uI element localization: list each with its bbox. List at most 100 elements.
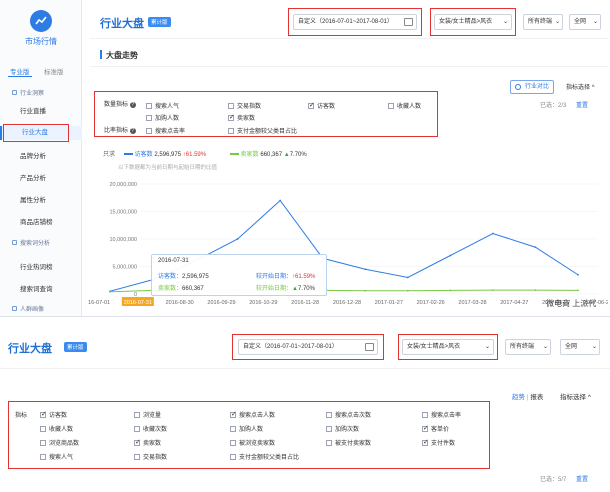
legend-marker <box>124 153 133 156</box>
checkbox-unchecked[interactable] <box>134 412 140 419</box>
app-title: 市场行情 <box>25 37 57 46</box>
tab-trend[interactable]: 趋势 <box>512 394 525 401</box>
sidebar-item-hotwords[interactable]: 行业热词榜 <box>0 261 82 275</box>
checkbox-unchecked[interactable] <box>422 412 428 419</box>
bottom-indicator-checkbox[interactable]: 收藏次数 <box>134 424 167 433</box>
bottom-indicator-checkbox[interactable]: 加购次数 <box>326 424 359 433</box>
nav-group-industry[interactable]: 行业洞察 <box>12 88 44 97</box>
bottom-indicator-checkbox[interactable]: 收藏人数 <box>40 424 73 433</box>
bottom-date-range-select[interactable]: 自定义（2016-07-01~2017-08-01） <box>238 339 378 355</box>
bottom-indicator-checkbox[interactable]: 搜索点击人数 <box>230 410 275 419</box>
checkbox-checked[interactable] <box>308 101 315 110</box>
bottom-reset-link[interactable]: 重置 <box>576 474 588 483</box>
checkbox-checked[interactable] <box>422 424 429 433</box>
bottom-indicator-checkbox[interactable]: 访客数 <box>40 410 67 419</box>
sidebar-item-shop-rank[interactable]: 商品店铺榜 <box>0 216 82 230</box>
x-tick-label: 2017-02-26 <box>417 300 445 306</box>
bottom-indicator-checkbox[interactable]: 支付金额较父类目占比 <box>230 452 299 461</box>
bottom-indicator-checkbox[interactable]: 卖家数 <box>134 438 161 447</box>
checkbox-unchecked[interactable] <box>326 426 332 433</box>
tab-pro-edition[interactable]: 专业版 <box>10 66 30 76</box>
bottom-terminal-select[interactable]: 所有终端 ⌄ <box>505 339 551 355</box>
checkbox-unchecked[interactable] <box>228 103 234 110</box>
nav-group-crowd[interactable]: 人群画像 <box>12 304 44 313</box>
checkbox-unchecked[interactable] <box>146 115 152 122</box>
indicator-checkbox[interactable]: 加购人数 <box>146 113 179 122</box>
checkbox-unchecked[interactable] <box>40 440 46 447</box>
x-tick-label: 2016-11-28 <box>291 300 319 306</box>
checkbox-unchecked[interactable] <box>326 412 332 419</box>
bottom-indicator-checkbox[interactable]: 加购人数 <box>230 424 263 433</box>
indicator-checkbox[interactable]: 访客数 <box>308 101 335 110</box>
tab-report[interactable]: 报表 <box>530 394 543 401</box>
sidebar-item-word-query[interactable]: 搜索词查询 <box>0 283 82 297</box>
indicator-checkbox[interactable]: 收藏人数 <box>388 101 421 110</box>
chevron-up-icon: ^ <box>587 394 591 401</box>
checkbox-unchecked[interactable] <box>146 103 152 110</box>
section-divider <box>90 66 608 67</box>
bottom-network-select[interactable]: 全网 ⌄ <box>560 339 600 355</box>
chevron-up-icon: ^ <box>591 85 595 91</box>
checkbox-unchecked[interactable] <box>146 128 152 135</box>
bottom-indicator-checkbox[interactable]: 被浏览卖家数 <box>230 438 275 447</box>
indicator-checkbox[interactable]: 卖家数 <box>228 113 255 122</box>
reset-link[interactable]: 重置 <box>576 100 588 109</box>
bottom-indicator-checkbox[interactable]: 支付件数 <box>422 438 455 447</box>
ratio-indicator-label: 比率指标 ? <box>104 128 136 134</box>
indicator-checkbox[interactable]: 支付金额较父类目占比 <box>228 126 297 135</box>
indicator-select-toggle[interactable]: 指标选择 ^ <box>566 82 595 91</box>
checkbox-checked[interactable] <box>230 410 237 419</box>
checkbox-checked[interactable] <box>134 438 141 447</box>
search-icon <box>12 240 17 245</box>
tooltip-row-1: 访客数：2,596,975 <box>158 274 209 280</box>
x-tick-label: 2016-09-29 <box>207 300 235 306</box>
bottom-indicator-checkbox[interactable]: 被支付卖家数 <box>326 438 371 447</box>
bottom-indicator-checkbox[interactable]: 搜索点击率 <box>422 410 461 419</box>
checkbox-checked[interactable] <box>40 410 47 419</box>
bottom-indicator-checkbox[interactable]: 搜索人气 <box>40 452 73 461</box>
indicator-checkbox[interactable]: 搜索点击率 <box>146 126 185 135</box>
bottom-indicator-checkbox[interactable]: 交易指数 <box>134 452 167 461</box>
sidebar-item-attribute[interactable]: 属性分析 <box>0 194 82 208</box>
checkbox-unchecked[interactable] <box>40 454 46 461</box>
series-point-2 <box>109 290 111 293</box>
sidebar-item-product[interactable]: 产品分析 <box>0 172 82 186</box>
bottom-indicator-select[interactable]: 指标选择 ^ <box>560 391 591 401</box>
bottom-indicator-checkbox[interactable]: 浏览量 <box>134 410 161 419</box>
terminal-select[interactable]: 所有终端 ⌄ <box>523 14 563 30</box>
bottom-indicator-checkbox[interactable]: 浏览商品数 <box>40 438 79 447</box>
checkbox-checked[interactable] <box>422 438 429 447</box>
bottom-indicator-label: 指标 <box>15 413 28 419</box>
indicator-checkbox[interactable]: 搜索人气 <box>146 101 179 110</box>
chevron-down-icon: ⌄ <box>591 344 597 350</box>
checkbox-unchecked[interactable] <box>326 440 332 447</box>
checkbox-unchecked[interactable] <box>230 454 236 461</box>
y-tick-label: 5,000,000 <box>113 265 137 271</box>
checkbox-unchecked[interactable] <box>388 103 394 110</box>
tab-standard-edition[interactable]: 标准版 <box>44 66 64 76</box>
bottom-category-select[interactable]: 女装/女士精品>风衣 ⌄ <box>402 339 494 355</box>
checkbox-unchecked[interactable] <box>230 440 236 447</box>
checkbox-unchecked[interactable] <box>134 454 140 461</box>
sidebar-item-brand[interactable]: 品牌分析 <box>0 150 82 164</box>
category-select[interactable]: 女装/女士精品>风衣 ⌄ <box>434 14 512 30</box>
series-point-2 <box>406 289 409 292</box>
checkbox-unchecked[interactable] <box>230 426 236 433</box>
checkbox-unchecked[interactable] <box>40 426 46 433</box>
series-point-1 <box>492 232 494 235</box>
network-select[interactable]: 全网 ⌄ <box>569 14 601 30</box>
sidebar-item-live[interactable]: 行业直播 <box>0 105 82 119</box>
checkbox-unchecked[interactable] <box>134 426 140 433</box>
nav-group-search[interactable]: 搜索词分析 <box>12 238 50 247</box>
bottom-indicator-checkbox[interactable]: 客单价 <box>422 424 449 433</box>
date-range-select[interactable]: 自定义（2016-07-01~2017-08-01） <box>293 14 417 30</box>
indicator-checkbox[interactable]: 交易指数 <box>228 101 261 110</box>
header-divider <box>90 38 608 39</box>
bottom-selected-info: 已选：5/7 <box>540 477 567 483</box>
highlight-box-sidebar <box>3 124 69 142</box>
checkbox-unchecked[interactable] <box>228 128 234 135</box>
checkbox-checked[interactable] <box>228 113 235 122</box>
bottom-indicator-checkbox[interactable]: 搜索点击次数 <box>326 410 371 419</box>
industry-compare-button[interactable]: 行业对比 <box>510 80 554 94</box>
selected-info: 已选：2/3 <box>540 103 567 109</box>
